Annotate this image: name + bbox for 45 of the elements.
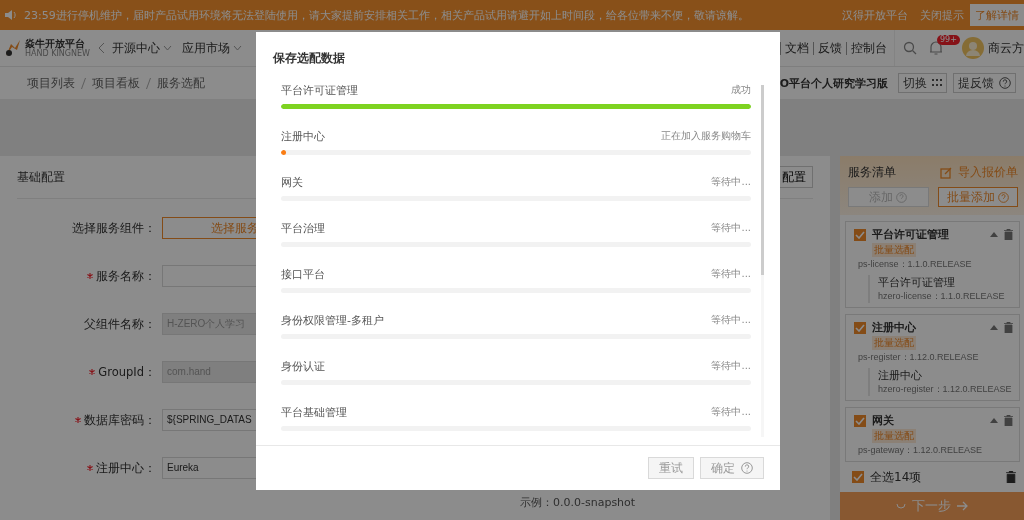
batch-tag: 批量选配 — [872, 429, 916, 443]
task-name: 注册中心 — [281, 128, 325, 144]
module-name: 注册中心 — [878, 368, 923, 383]
task-status: 等待中... — [711, 405, 751, 419]
batch-tag: 批量选配 — [872, 243, 916, 257]
task-status: 成功 — [731, 83, 751, 97]
artifact-version: ps-license：1.1.0.RELEASE — [858, 258, 972, 271]
dialog-title: 保存选配数据 — [272, 50, 346, 67]
section-title: 基础配置 — [17, 168, 65, 186]
task-name: 接口平台 — [281, 266, 325, 282]
field-label: 数据库密码： — [84, 412, 156, 428]
notification-badge: 99+ — [937, 34, 960, 45]
field-label: 服务名称： — [96, 268, 156, 284]
field-label: 父组件名称： — [84, 316, 156, 332]
task-status: 等待中... — [711, 221, 751, 235]
artifact-version: ps-gateway：1.12.0.RELEASE — [858, 444, 983, 457]
cart-title: 服务清单 — [848, 164, 896, 181]
hint-text: 示例：0.0.0-snapshot — [520, 495, 637, 510]
task-name: 平台治理 — [281, 220, 325, 236]
field-label: GroupId： — [98, 364, 156, 380]
task-name: 身份认证 — [281, 358, 325, 374]
service-name: 网关 — [872, 413, 894, 428]
project-name: O平台个人研究学习版 — [779, 75, 888, 91]
batch-tag: 批量选配 — [872, 336, 916, 350]
module-name: 平台许可证管理 — [878, 275, 956, 290]
artifact-version: hzero-register：1.12.0.RELEASE — [878, 383, 1012, 396]
task-name: 身份权限管理-多租户 — [281, 312, 384, 328]
task-name: 网关 — [281, 174, 303, 190]
logo-title: 焱牛开放平台 — [25, 38, 86, 49]
task-name: 平台许可证管理 — [281, 82, 358, 98]
task-status: 等待中... — [711, 313, 751, 327]
service-name: 平台许可证管理 — [872, 227, 949, 242]
announcement-text: 23:59进行停机维护，届时产品试用环境将无法登陆使用，请大家提前安排相关工作，相关产品试用请避开如上时间段，给各位带来不便，敬请谅解。 — [24, 7, 749, 23]
task-status: 等待中... — [711, 267, 751, 281]
field-label: 注册中心： — [96, 460, 156, 476]
select-all-label: 全选14项 — [870, 468, 922, 486]
task-status: 正在加入服务购物车 — [661, 129, 751, 143]
artifact-version: ps-register：1.12.0.RELEASE — [858, 351, 979, 364]
task-status: 等待中... — [711, 359, 751, 373]
artifact-version: hzero-license：1.1.0.RELEASE — [878, 290, 1005, 303]
field-label: 选择服务组件： — [72, 220, 156, 236]
task-name: 平台基础管理 — [281, 404, 347, 420]
logo-subtitle: HAND KINGNEW — [25, 49, 90, 58]
task-status: 等待中... — [711, 175, 751, 189]
service-name: 注册中心 — [872, 320, 916, 335]
